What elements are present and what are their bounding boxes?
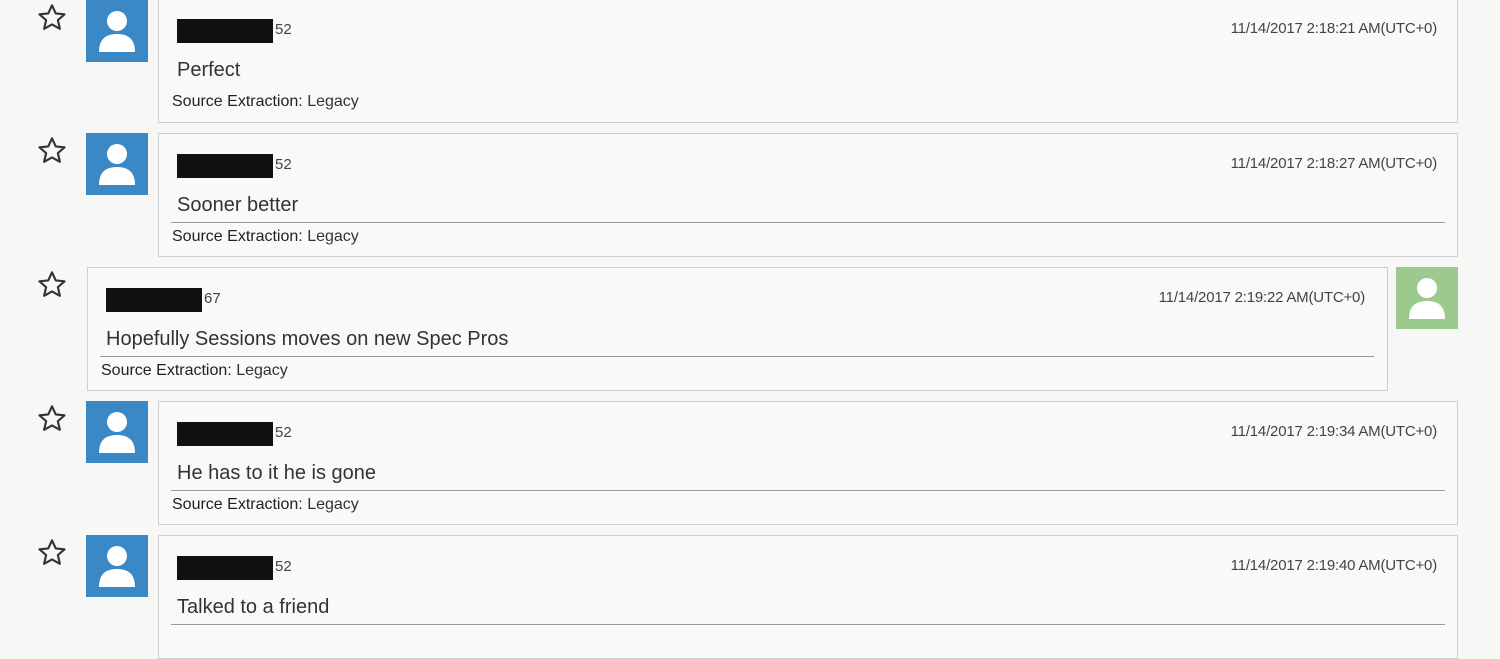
source-extraction: Source Extraction: Legacy <box>101 362 288 380</box>
message-timestamp: 11/14/2017 2:18:21 AM(UTC+0) <box>1230 20 1438 37</box>
message-bubble: 52 11/14/2017 2:19:40 AM(UTC+0) Talked t… <box>158 535 1458 659</box>
message-text: He has to it he is gone <box>177 462 377 484</box>
user-avatar-icon <box>86 133 148 195</box>
user-avatar-icon <box>86 535 148 597</box>
message-bubble: 52 11/14/2017 2:18:27 AM(UTC+0) Sooner b… <box>158 133 1458 257</box>
star-icon[interactable] <box>36 135 72 171</box>
message-timestamp: 11/14/2017 2:18:27 AM(UTC+0) <box>1230 155 1438 172</box>
message-text: Perfect <box>177 59 241 81</box>
source-extraction: Source Extraction: Legacy <box>172 228 359 246</box>
divider <box>100 356 1374 357</box>
redacted-name-block <box>177 422 273 446</box>
message-text: Sooner better <box>177 194 299 216</box>
redacted-name-block <box>177 19 273 43</box>
redacted-name-block <box>177 154 273 178</box>
source-value: Legacy <box>307 93 359 110</box>
user-avatar-icon <box>1396 267 1458 329</box>
star-icon[interactable] <box>36 2 72 38</box>
message-timestamp: 11/14/2017 2:19:22 AM(UTC+0) <box>1158 289 1366 306</box>
sender-suffix: 52 <box>275 156 292 173</box>
source-extraction: Source Extraction: Legacy <box>172 93 359 111</box>
source-label: Source Extraction: <box>172 496 303 513</box>
source-value: Legacy <box>307 496 359 513</box>
message-timestamp: 11/14/2017 2:19:34 AM(UTC+0) <box>1230 423 1438 440</box>
redacted-name-block <box>106 288 202 312</box>
message-bubble: 67 11/14/2017 2:19:22 AM(UTC+0) Hopefull… <box>87 267 1388 391</box>
divider <box>171 624 1445 625</box>
star-icon[interactable] <box>36 403 72 439</box>
sender-suffix: 67 <box>204 290 221 307</box>
source-label: Source Extraction: <box>172 228 303 245</box>
message-text: Talked to a friend <box>177 596 330 618</box>
source-value: Legacy <box>307 228 359 245</box>
user-avatar-icon <box>86 401 148 463</box>
source-label: Source Extraction: <box>101 362 232 379</box>
sender-suffix: 52 <box>275 424 292 441</box>
message-text: Hopefully Sessions moves on new Spec Pro… <box>106 328 509 350</box>
sender-suffix: 52 <box>275 558 292 575</box>
message-bubble: 52 11/14/2017 2:18:21 AM(UTC+0) Perfect … <box>158 0 1458 123</box>
message-bubble: 52 11/14/2017 2:19:34 AM(UTC+0) He has t… <box>158 401 1458 525</box>
divider <box>171 222 1445 223</box>
sender-suffix: 52 <box>275 21 292 38</box>
message-timestamp: 11/14/2017 2:19:40 AM(UTC+0) <box>1230 557 1438 574</box>
user-avatar-icon <box>86 0 148 62</box>
star-icon[interactable] <box>36 537 72 573</box>
source-label: Source Extraction: <box>172 93 303 110</box>
source-value: Legacy <box>236 362 288 379</box>
redacted-name-block <box>177 556 273 580</box>
divider <box>171 490 1445 491</box>
source-extraction: Source Extraction: Legacy <box>172 496 359 514</box>
star-icon[interactable] <box>36 269 72 305</box>
